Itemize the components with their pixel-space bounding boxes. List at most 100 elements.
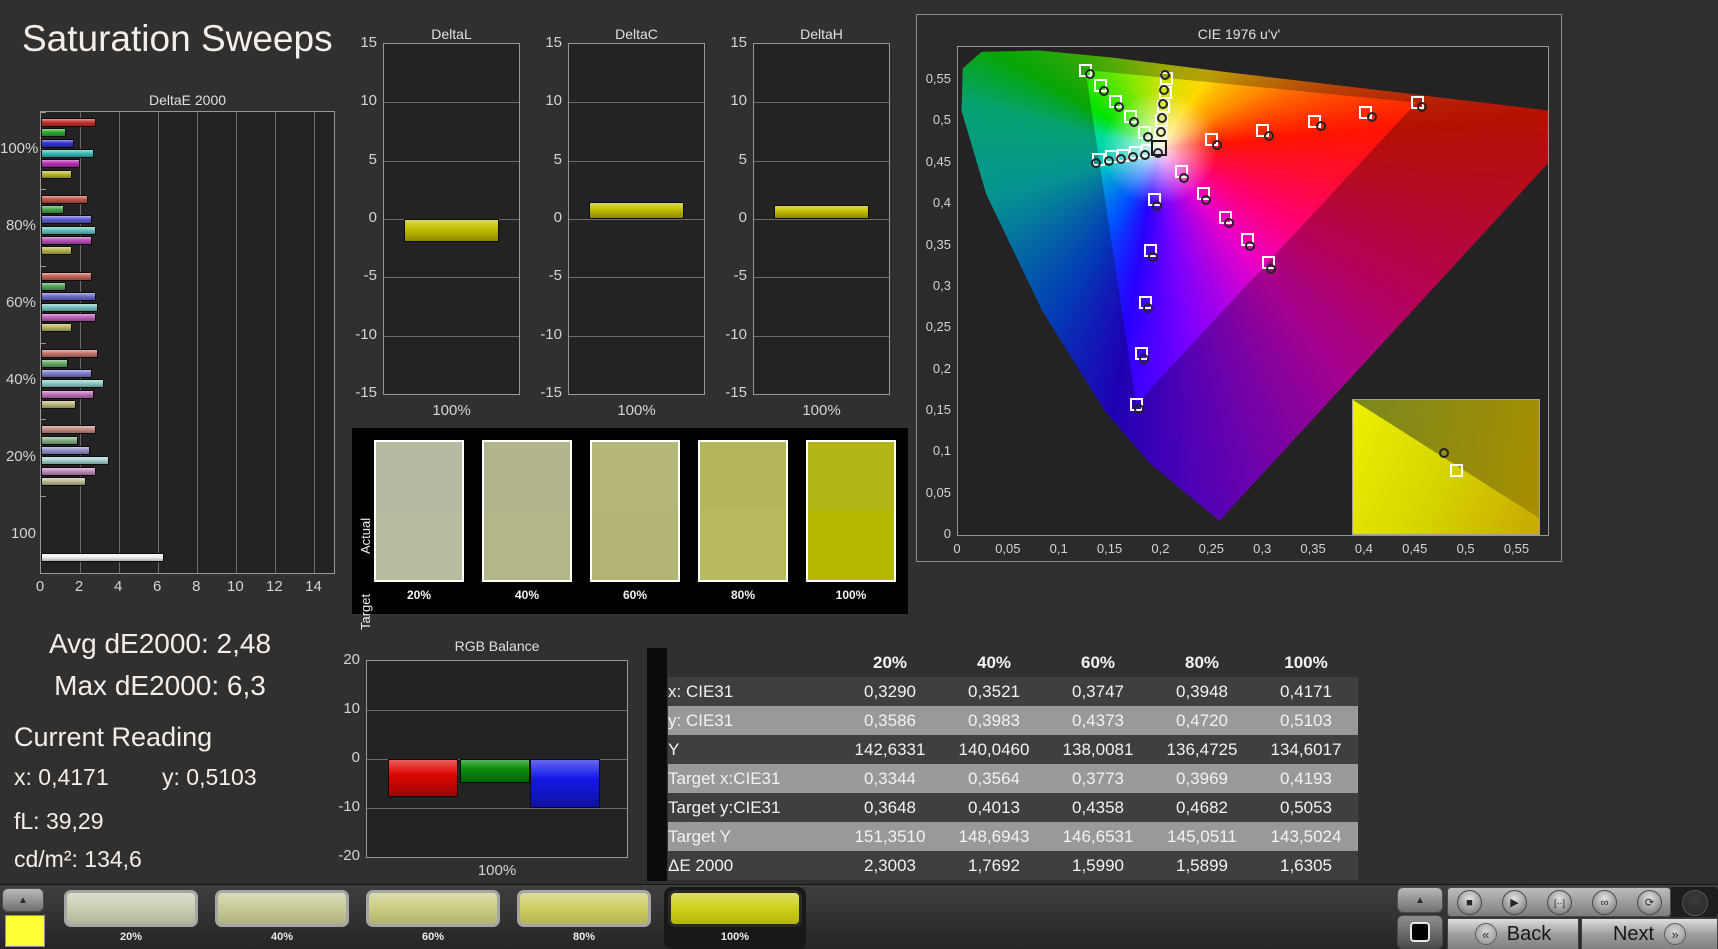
- table-row-label: Y: [668, 735, 838, 764]
- deltae-bar: [41, 445, 90, 455]
- rgb-x-label: 100%: [477, 862, 517, 879]
- deltae-bar: [41, 358, 69, 368]
- measured-marker-cyan: [1115, 153, 1126, 164]
- patch-button-40%[interactable]: 40%: [211, 887, 353, 949]
- deltae-x-tick: 10: [226, 578, 244, 595]
- cie-y-tick: 0,15: [925, 401, 951, 417]
- table-row-label: y: CIE31: [668, 706, 838, 735]
- deltaL-y-tick: 5: [368, 150, 377, 168]
- table-cell: 0,3586: [838, 706, 942, 735]
- patch-button-60%[interactable]: 60%: [362, 887, 504, 949]
- table-cell: 0,4358: [1046, 793, 1150, 822]
- deltae-bar: [41, 148, 94, 158]
- table-cell: 0,3747: [1046, 677, 1150, 706]
- deltae-bar: [41, 435, 79, 445]
- table-cell: 151,3510: [838, 822, 942, 851]
- table-cell: 138,0081: [1046, 735, 1150, 764]
- patch-list-up-button[interactable]: ▲: [2, 888, 44, 912]
- deltaH-y-tick: 0: [738, 209, 747, 226]
- range-icon[interactable]: [··]: [1547, 890, 1572, 915]
- stop-icon[interactable]: ■: [1457, 890, 1482, 915]
- cie-y-tick: 0,45: [925, 153, 951, 169]
- calman-saturation-sweeps-screen: Saturation Sweeps DeltaE 2000 100% 80% 60%…: [0, 0, 1718, 949]
- deltaL-y-tick: -15: [355, 384, 377, 401]
- compare-swatch: [806, 440, 896, 582]
- cie-y-tick: 0,4: [932, 195, 951, 211]
- rgb-y-tick: -10: [338, 798, 360, 815]
- rgb-bar-red: [388, 759, 458, 798]
- table-cell: 148,6943: [942, 822, 1046, 851]
- patch-button-80%[interactable]: 80%: [513, 887, 655, 949]
- current-fl-value: fL: 39,29: [14, 808, 104, 834]
- back-chevron-icon: «: [1474, 923, 1497, 945]
- table-cell: 140,0460: [942, 735, 1046, 764]
- stop-measure-button[interactable]: [1397, 915, 1443, 949]
- table-cell: 0,4682: [1150, 793, 1254, 822]
- record-indicator-icon[interactable]: [1682, 890, 1708, 916]
- patch-button-label: 80%: [572, 931, 596, 943]
- table-col-header: 40%: [976, 652, 1012, 672]
- deltaH-title: DeltaH: [800, 26, 843, 42]
- rgb-balance-title: RGB Balance: [454, 638, 540, 654]
- table-cell: 0,3344: [838, 764, 942, 793]
- current-cdm2-value: cd/m²: 134,6: [14, 846, 142, 872]
- table-row-label: x: CIE31: [668, 677, 838, 706]
- deltae-group-label: 80%: [5, 217, 36, 235]
- cie-x-tick: 0,5: [1456, 541, 1475, 556]
- deltaL-title: DeltaL: [431, 26, 472, 42]
- back-button-label: Back: [1506, 922, 1552, 945]
- table-row: Target y:CIE31 0,3648 0,4013 0,4358 0,4682 0,…: [668, 793, 1358, 822]
- play-icon[interactable]: ▶: [1502, 890, 1527, 915]
- next-chevron-icon: »: [1664, 923, 1687, 945]
- deltaH-y-tick: -5: [733, 267, 747, 285]
- deltae-group-label: 100: [10, 524, 36, 542]
- deltae-bar: [41, 312, 96, 322]
- deltaH-y-tick: 10: [730, 92, 747, 110]
- table-cell: 0,3983: [942, 706, 1046, 735]
- table-cell: 0,4193: [1254, 764, 1358, 793]
- deltaC-y-tick: -5: [548, 267, 562, 285]
- deltae-x-tick: 6: [153, 578, 162, 595]
- deltae-x-tick: 8: [192, 578, 201, 595]
- deltae-bar: [41, 246, 73, 256]
- cie-x-tick: 0,25: [1198, 541, 1224, 556]
- deltae2000-chart: [40, 111, 335, 574]
- patch-button-20%[interactable]: 20%: [60, 887, 202, 949]
- transport-up-button[interactable]: ▲: [1397, 887, 1443, 913]
- deltae-bar: [41, 215, 92, 225]
- continuous-icon[interactable]: ∞: [1592, 890, 1617, 915]
- patch-button-label: 60%: [421, 931, 445, 943]
- deltae-x-tick: 4: [113, 578, 123, 595]
- cie-x-tick: 0,05: [995, 541, 1021, 556]
- deltae-bar: [41, 138, 75, 148]
- deltaL-y-tick: 0: [368, 209, 377, 226]
- deltaC-x-label: 100%: [617, 402, 656, 419]
- max-de2000-value: Max dE2000: 6,3: [54, 670, 266, 701]
- rgb-bar-green: [460, 759, 530, 783]
- refresh-icon[interactable]: ⟳: [1637, 890, 1662, 915]
- table-cell: 0,3290: [838, 677, 942, 706]
- table-row-label: Target x:CIE31: [668, 764, 838, 793]
- table-cell: 0,3948: [1150, 677, 1254, 706]
- cie-panel: CIE 1976 u'v' 0,55 0,5 0,45 0,4 0,35 0,3 0,25 0…: [916, 14, 1562, 562]
- deltae-bar: [41, 281, 67, 291]
- deltaH-y-tick: -10: [725, 325, 747, 343]
- cie-diagram: [957, 46, 1549, 536]
- cie-y-tick: 0,3: [932, 277, 951, 293]
- deltae-bar: [41, 194, 88, 204]
- compare-swatch: [482, 440, 572, 582]
- deltae-bar: [41, 553, 165, 563]
- rgb-bar-blue: [530, 759, 600, 808]
- page-title: Saturation Sweeps: [22, 18, 333, 59]
- cie-y-tick: 0,2: [932, 360, 951, 376]
- deltaC-bar: [589, 201, 684, 219]
- compare-swatch-label: 60%: [622, 588, 648, 602]
- cie-x-tick: 0,45: [1402, 541, 1428, 556]
- deltaC-y-tick: 15: [545, 34, 562, 51]
- back-button[interactable]: « Back: [1447, 918, 1579, 949]
- patch-button-100%[interactable]: 100%: [664, 887, 806, 949]
- cie-y-tick: 0,25: [925, 319, 951, 335]
- actual-target-swatch-panel: Actual Target 20% 40% 60% 80% 100%: [352, 428, 908, 630]
- cie-x-tick: 0: [953, 541, 961, 556]
- next-button[interactable]: Next »: [1581, 918, 1718, 949]
